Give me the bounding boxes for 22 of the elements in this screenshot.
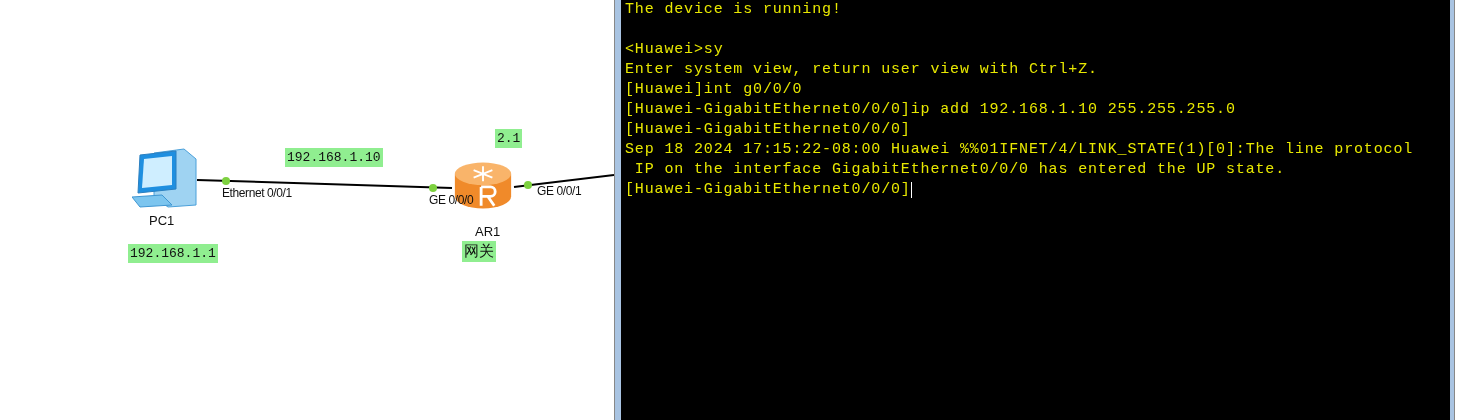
console-line: [Huawei-GigabitEthernet0/0/0] <box>625 180 911 200</box>
ip-label: 192.168.1.1 <box>128 244 218 263</box>
computer-icon[interactable] <box>132 147 198 209</box>
device-name: AR1 <box>475 224 501 239</box>
console-line: IP on the interface GigabitEthernet0/0/0 has entered the UP state. <box>633 160 1286 180</box>
console-line: [Huawei]int g0/0/0 <box>625 80 803 100</box>
console-line: The device is running! <box>625 0 842 20</box>
port-label: Ethernet 0/0/1 <box>221 186 293 200</box>
console-line: Sep 18 2024 17:15:22-08:00 Huawei %%01IFNET/4/LINK_STATE(1)[0]:The line protocol <box>625 140 1414 160</box>
console-line: [Huawei-GigabitEthernet0/0/0] <box>625 120 911 140</box>
console-line: <Huawei>sy <box>625 40 724 60</box>
text-cursor-icon <box>910 182 912 198</box>
device-name: PC1 <box>149 213 175 228</box>
port-dot-icon <box>524 181 532 189</box>
port-dot-icon <box>429 184 437 192</box>
port-label: GE 0/0/1 <box>536 184 583 198</box>
console-line: Enter system view, return user view with Ctrl+Z. <box>625 60 1098 80</box>
ip-label: 2.1 <box>495 129 523 148</box>
port-dot-icon <box>222 177 230 185</box>
console-line: [Huawei-GigabitEthernet0/0/0]ip add 192.168.1.10 255.255.255.0 <box>625 100 1236 120</box>
ip-label: 192.168.1.10 <box>285 148 383 167</box>
ip-label: 网关 <box>462 241 496 262</box>
